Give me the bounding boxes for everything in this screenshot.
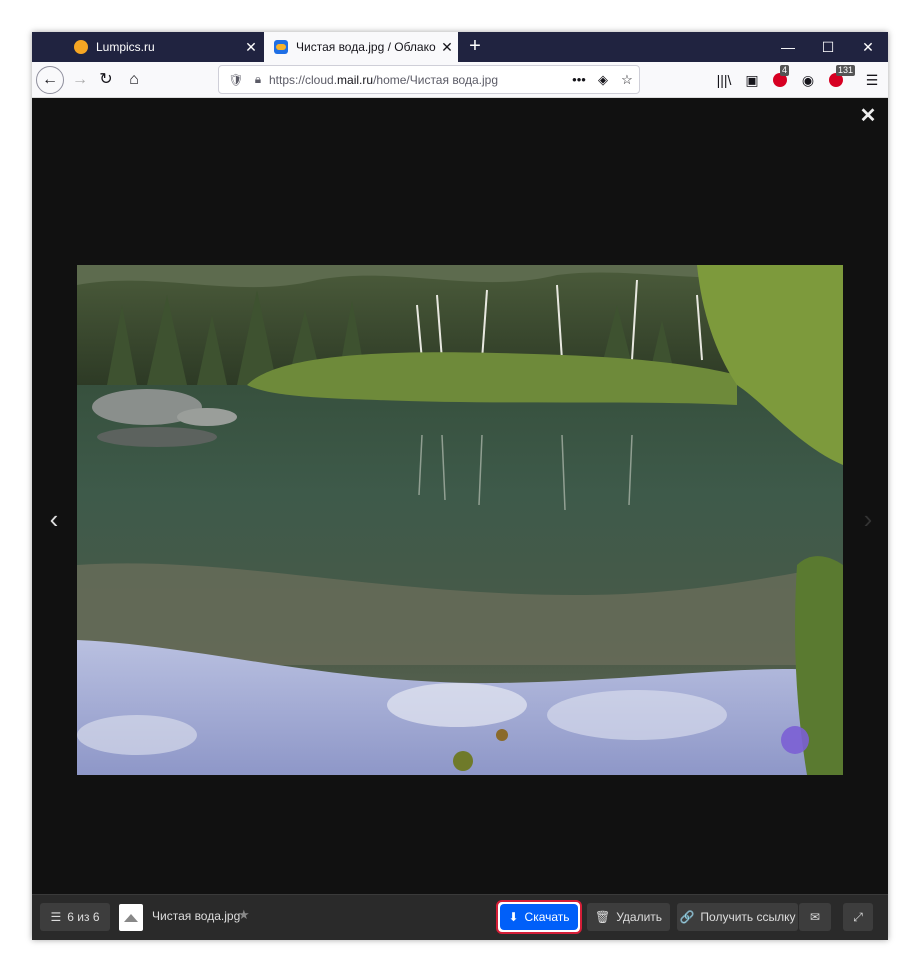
fullscreen-icon: ⤢ — [853, 909, 863, 924]
list-icon: ☰ — [50, 910, 62, 924]
navigation-bar: ← → ↻ ⌂ 🛡︎ 🔒︎ https://cloud.mail.ru/home… — [32, 62, 888, 98]
image-viewer: ✕ ‹ › — [32, 98, 888, 894]
previous-image-arrow[interactable]: ‹ — [44, 504, 64, 534]
account-icon[interactable]: ◉ — [796, 68, 820, 92]
window-close-button[interactable]: ✕ — [848, 32, 888, 62]
minimize-button[interactable]: — — [768, 32, 808, 62]
url-text[interactable]: https://cloud.mail.ru/home/Чистая вода.j… — [269, 73, 498, 87]
home-button[interactable]: ⌂ — [120, 66, 148, 94]
gallery-counter-button[interactable]: ☰ 6 из 6 — [40, 903, 110, 931]
more-actions-icon[interactable]: ••• — [567, 72, 591, 88]
tab-bar: Lumpics.ru ✕ Чистая вода.jpg / Облако Ma… — [32, 32, 888, 62]
close-viewer-icon[interactable]: ✕ — [858, 106, 878, 126]
pocket-icon[interactable]: ◈ — [591, 72, 615, 88]
reload-button[interactable]: ↻ — [92, 66, 120, 94]
hamburger-menu-icon[interactable]: ☰ — [860, 68, 884, 92]
image-file-icon — [119, 904, 143, 931]
url-path: /home/Чистая вода.jpg — [373, 72, 498, 87]
url-actions: ••• ◈ ☆ — [567, 72, 639, 88]
download-label: Скачать — [524, 910, 570, 924]
forward-button[interactable]: → — [66, 66, 94, 94]
download-icon: ⬇ — [508, 910, 519, 924]
tab-cloud-mail[interactable]: Чистая вода.jpg / Облако Mail.ru ✕ — [264, 32, 458, 62]
address-bar[interactable]: 🛡︎ 🔒︎ https://cloud.mail.ru/home/Чистая … — [218, 65, 640, 94]
send-mail-button[interactable]: ✉ — [799, 903, 831, 931]
shield-icon[interactable]: 🛡︎ — [227, 73, 245, 87]
link-icon: 🔗 — [679, 910, 695, 924]
get-link-label: Получить ссылку — [700, 910, 796, 924]
extension-count: 131 — [836, 65, 856, 76]
adblock-count: 4 — [780, 65, 790, 76]
fullscreen-button[interactable]: ⤢ — [843, 903, 873, 931]
close-icon[interactable]: ✕ — [436, 39, 458, 56]
new-tab-button[interactable]: + — [464, 36, 486, 58]
library-icon[interactable]: |||\ — [712, 68, 736, 92]
download-button[interactable]: ⬇ Скачать — [500, 904, 578, 930]
lake-photo-image — [77, 265, 843, 775]
tab-lumpics[interactable]: Lumpics.ru ✕ — [64, 32, 262, 62]
get-link-button[interactable]: 🔗 Получить ссылку — [677, 903, 798, 931]
photo — [77, 265, 843, 775]
browser-window: Lumpics.ru ✕ Чистая вода.jpg / Облако Ma… — [32, 32, 888, 940]
file-name: Чистая вода.jpg — [152, 909, 241, 923]
mail-icon: ✉ — [809, 910, 821, 924]
lock-icon[interactable]: 🔒︎ — [251, 72, 265, 87]
close-icon[interactable]: ✕ — [240, 39, 262, 56]
next-image-arrow[interactable]: › — [858, 504, 878, 534]
url-prefix: https://cloud. — [269, 72, 338, 87]
delete-button[interactable]: 🗑 Удалить — [587, 903, 670, 931]
mail-cloud-icon — [274, 40, 288, 54]
download-highlight: ⬇ Скачать — [496, 900, 582, 934]
url-host: mail.ru — [337, 72, 374, 87]
trash-icon: 🗑 — [594, 910, 611, 924]
tab-title: Lumpics.ru — [96, 40, 155, 54]
counter-label: 6 из 6 — [67, 910, 100, 924]
orange-dot-icon — [74, 40, 88, 54]
delete-label: Удалить — [616, 910, 663, 924]
viewer-toolbar: ☰ 6 из 6 Чистая вода.jpg ★ ⬇ Скачать 🗑 У… — [32, 894, 888, 940]
extension-icon[interactable]: 131 — [824, 65, 856, 92]
back-button[interactable]: ← — [36, 66, 64, 94]
adblock-icon[interactable]: 4 — [768, 65, 792, 92]
tab-title: Чистая вода.jpg / Облако Mail.ru — [296, 40, 436, 54]
bookmark-star-icon[interactable]: ☆ — [615, 72, 639, 88]
favorite-star-icon[interactable]: ★ — [238, 907, 250, 923]
maximize-button[interactable]: ☐ — [808, 32, 848, 62]
sidebar-icon[interactable]: ▣ — [740, 68, 764, 92]
